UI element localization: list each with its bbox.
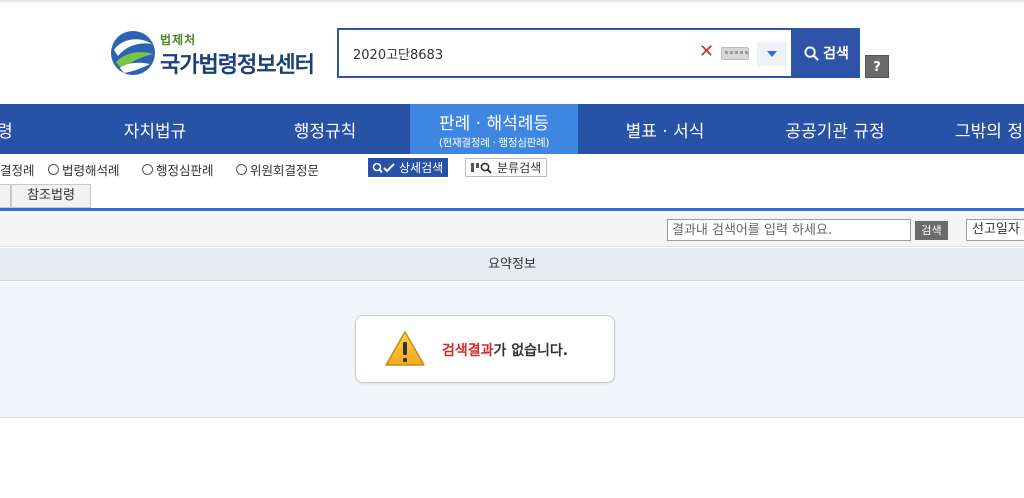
filter-label: 법령해석례 (62, 163, 120, 178)
sort-select[interactable]: 선고일자 (966, 219, 1024, 241)
results-area: 검색결과가 없습니다. (0, 282, 1024, 418)
site-logo[interactable]: 법제처 국가법령정보센터 (110, 28, 325, 78)
nav-item-public-regulations[interactable]: 공공기관 규정 (770, 104, 900, 154)
detail-search-button[interactable]: 상세검색 (368, 158, 448, 177)
nav-item-sublabel: (헌재결정례 · 행정심판례) (438, 136, 550, 149)
summary-column-header: 요약정보 (0, 248, 1024, 281)
result-toolbar: 검색 선고일자 (0, 211, 1024, 247)
classification-search-button[interactable]: 분류검색 (465, 158, 547, 177)
keyboard-icon[interactable] (721, 47, 749, 60)
detail-search-icon (372, 162, 395, 173)
nav-item-label: 자치법규 (123, 121, 187, 142)
filter-row: 결정례 법령해석례 행정심판례 위원회결정문 상세검색 분류검색 (0, 158, 1024, 180)
nav-item-label: 판례 · 해석례등 (438, 113, 550, 134)
search-button[interactable]: 검색 (793, 28, 860, 78)
search-box: ✕ (337, 28, 793, 78)
nav-item-label: 공공기관 규정 (785, 121, 885, 142)
radio-icon[interactable] (48, 164, 59, 175)
no-results-message: 검색결과가 없습니다. (355, 315, 615, 383)
clear-icon[interactable]: ✕ (699, 41, 714, 62)
warning-icon (385, 331, 425, 366)
nav-item-local-ordinances[interactable]: 자치법규 (100, 104, 210, 154)
tab-previous[interactable] (0, 184, 11, 208)
nav-item-others[interactable]: 그밖의 정 (955, 104, 1024, 154)
filter-law-interpretations[interactable]: 법령해석례 (48, 160, 120, 179)
logo-emblem-icon (111, 31, 155, 75)
classification-search-icon (471, 162, 492, 174)
help-button[interactable]: ? (865, 55, 889, 78)
magnifier-icon (804, 45, 819, 61)
radio-icon[interactable] (142, 164, 153, 175)
nav-item-tables-forms[interactable]: 별표 · 서식 (605, 104, 725, 154)
no-results-rest: 가 없습니다. (493, 343, 569, 359)
filter-admin-appeals[interactable]: 행정심판례 (142, 160, 214, 179)
no-results-text: 검색결과가 없습니다. (442, 340, 568, 360)
nav-item-label: 그밖의 정 (955, 121, 1023, 142)
search-input[interactable] (353, 43, 683, 63)
nav-item-label: 별표 · 서식 (625, 121, 705, 142)
logo-agency-name: 법제처 (160, 33, 197, 47)
search-within-results-input[interactable] (667, 219, 911, 241)
nav-item-label: 령 (0, 121, 13, 142)
filter-label: 행정심판례 (156, 163, 214, 178)
filter-committee-decisions[interactable]: 위원회결정문 (236, 160, 319, 179)
filter-label: 위원회결정문 (250, 163, 320, 178)
logo-site-name: 국가법령정보센터 (160, 53, 315, 78)
radio-icon[interactable] (236, 164, 247, 175)
main-nav: 령 자치법규 행정규칙 판례 · 해석례등 (헌재결정례 · 행정심판례) 별표… (0, 104, 1024, 154)
tab-reference-law[interactable]: 참조법령 (11, 184, 91, 208)
search-within-results-button[interactable]: 검색 (915, 221, 948, 240)
search-button-label: 검색 (823, 46, 849, 62)
search-dropdown-toggle[interactable] (757, 42, 787, 66)
filter-decisions[interactable]: 결정례 (0, 160, 35, 179)
no-results-highlight: 검색결과 (442, 343, 494, 359)
classification-search-label: 분류검색 (497, 161, 542, 175)
nav-item-admin-rules[interactable]: 행정규칙 (270, 104, 380, 154)
filter-label: 결정례 (0, 163, 35, 178)
nav-item-label: 행정규칙 (293, 121, 357, 142)
detail-search-label: 상세검색 (399, 161, 444, 175)
nav-item-precedents[interactable]: 판례 · 해석례등 (헌재결정례 · 행정심판례) (410, 104, 578, 154)
top-border (0, 0, 1024, 2)
nav-item-law[interactable]: 령 (0, 104, 20, 154)
